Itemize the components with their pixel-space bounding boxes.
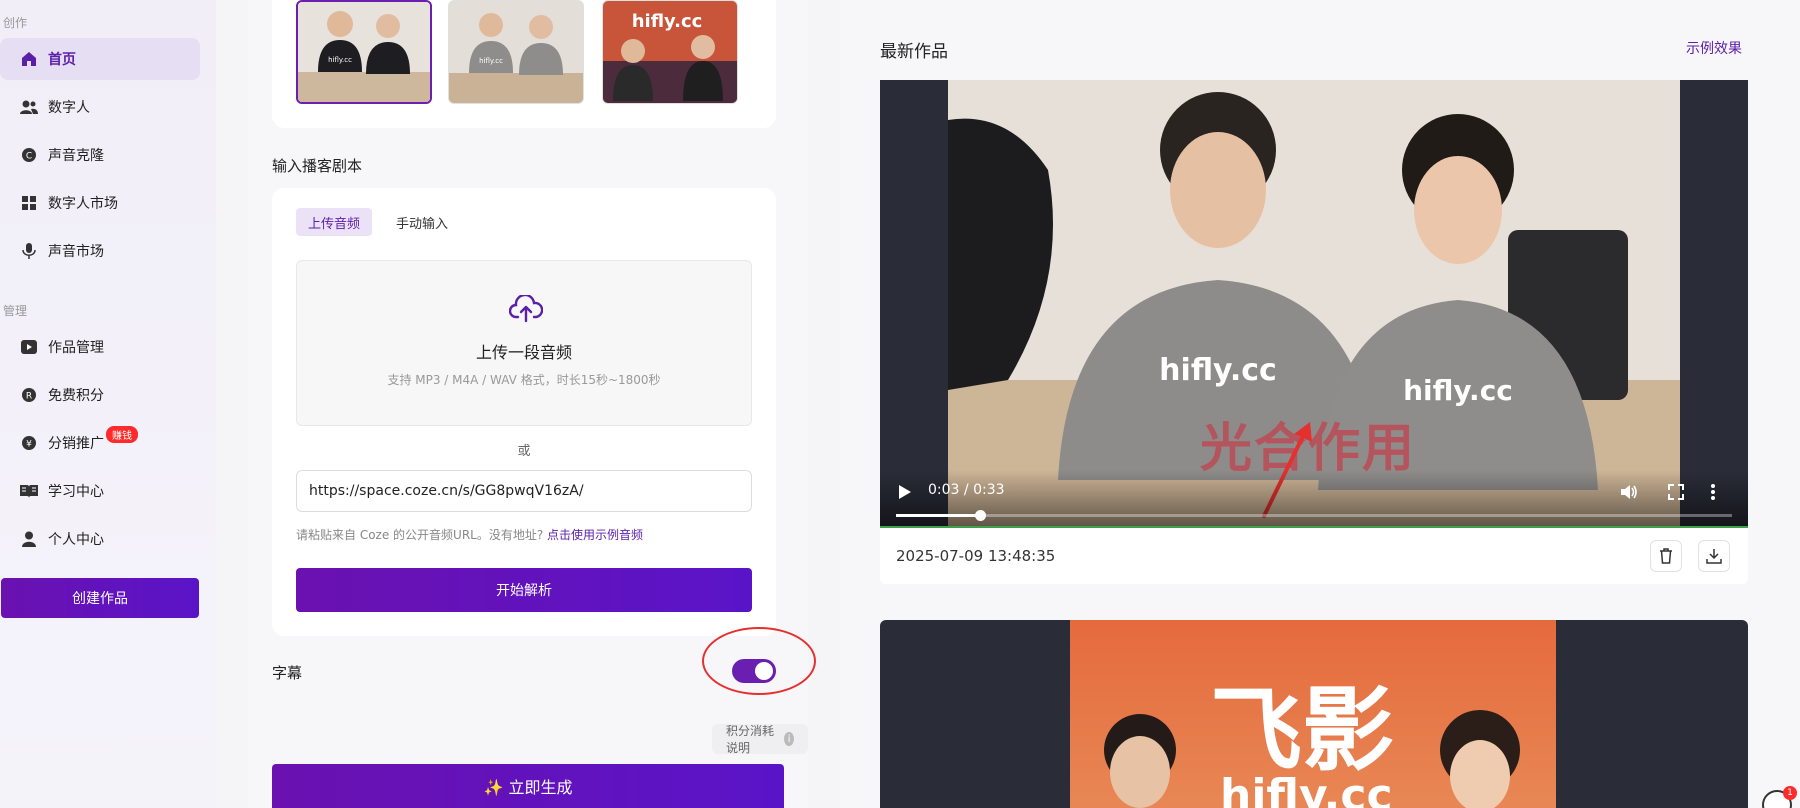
example-effect-link[interactable]: 示例效果 bbox=[1686, 38, 1742, 58]
sidebar-item-works[interactable]: 作品管理 bbox=[0, 326, 200, 368]
svg-text:C: C bbox=[26, 152, 32, 162]
total-time: 0:33 bbox=[973, 482, 1005, 498]
play-icon[interactable] bbox=[898, 484, 912, 500]
create-work-button[interactable]: 创建作品 bbox=[1, 578, 199, 618]
yen-icon: ¥ bbox=[20, 434, 38, 452]
volume-icon[interactable] bbox=[1620, 484, 1638, 500]
registered-icon: R bbox=[20, 386, 38, 404]
users-icon bbox=[20, 98, 38, 116]
more-options-icon[interactable] bbox=[1710, 484, 1716, 500]
sidebar-item-learning[interactable]: 学习中心 bbox=[0, 470, 200, 512]
video-time: 0:03 / 0:33 bbox=[928, 482, 1005, 498]
url-hint-text: 请粘贴来自 Coze 的公开音频URL。没有地址? bbox=[296, 528, 544, 542]
upload-hint: 支持 MP3 / M4A / WAV 格式，时长15秒~1800秒 bbox=[387, 373, 661, 387]
sidebar-item-label: 免费积分 bbox=[48, 388, 104, 404]
audio-url-input[interactable] bbox=[296, 470, 752, 512]
sidebar: 创作 首页 数字人 C 声音克隆 数字人市场 声音市场 管理 作品管理 R 免费… bbox=[0, 0, 216, 808]
points-info-chip[interactable]: 积分消耗说明 i bbox=[712, 724, 808, 755]
shirt-text: hifly.cc bbox=[632, 11, 703, 32]
or-divider: 或 bbox=[517, 444, 531, 459]
avatar-thumbnail-2[interactable]: hifly.cc bbox=[448, 0, 584, 104]
sidebar-item-label: 数字人 bbox=[48, 100, 90, 116]
video-progress-bar[interactable] bbox=[896, 510, 1732, 521]
video-bottom-border bbox=[880, 526, 1748, 528]
tab-upload-audio[interactable]: 上传音频 bbox=[296, 208, 373, 236]
svg-text:¥: ¥ bbox=[26, 440, 32, 450]
shirt-text: hifly.cc bbox=[1403, 374, 1513, 407]
annotation-ellipse bbox=[702, 627, 816, 695]
shirt-text: hifly.cc bbox=[328, 56, 352, 64]
cloud-upload-icon bbox=[508, 293, 544, 327]
sidebar-item-label: 个人中心 bbox=[48, 532, 104, 548]
video-player[interactable]: hifly.cc hifly.cc 光合作用 0:03 / 0:33 bbox=[880, 80, 1748, 528]
work-date: 2025-07-09 13:48:35 bbox=[896, 547, 1056, 565]
shirt-text: hifly.cc bbox=[1159, 353, 1277, 388]
video-frame-2: 飞影 hifly.cc bbox=[1070, 620, 1556, 808]
use-sample-audio-link[interactable]: 点击使用示例音频 bbox=[547, 528, 643, 542]
avatar-thumbnail-list: hifly.cc hifly.cc hifly.cc bbox=[272, 0, 776, 128]
sidebar-item-label: 数字人市场 bbox=[48, 196, 118, 212]
video-controls: 0:03 / 0:33 bbox=[880, 470, 1748, 528]
work-card: hifly.cc hifly.cc 光合作用 0:03 / 0:33 2025-… bbox=[880, 80, 1748, 584]
video-icon bbox=[20, 338, 38, 356]
script-card: 上传音频 手动输入 上传一段音频 支持 MP3 / M4A / WAV 格式，时… bbox=[272, 188, 776, 636]
download-button[interactable] bbox=[1698, 540, 1730, 572]
upload-title: 上传一段音频 bbox=[475, 343, 572, 362]
url-hint: 请粘贴来自 Coze 的公开音频URL。没有地址? 点击使用示例音频 bbox=[296, 526, 643, 543]
svg-text:R: R bbox=[26, 392, 32, 402]
sidebar-item-voice-market[interactable]: 声音市场 bbox=[0, 230, 200, 272]
current-time: 0:03 bbox=[928, 482, 960, 498]
time-separator: / bbox=[963, 482, 969, 498]
fullscreen-icon[interactable] bbox=[1668, 484, 1684, 500]
sidebar-item-label: 声音市场 bbox=[48, 244, 104, 260]
avatar-thumbnail-3[interactable]: hifly.cc bbox=[602, 0, 738, 104]
sidebar-item-voice-clone[interactable]: C 声音克隆 bbox=[0, 134, 200, 176]
home-icon bbox=[20, 50, 38, 68]
subtitle-label: 字幕 bbox=[272, 664, 303, 682]
progress-fill bbox=[896, 514, 980, 517]
microphone-icon bbox=[20, 242, 38, 260]
earn-badge: 赚钱 bbox=[106, 426, 138, 443]
help-badge: 1 bbox=[1783, 786, 1797, 800]
book-icon bbox=[20, 482, 38, 500]
sidebar-item-home[interactable]: 首页 bbox=[0, 38, 200, 80]
sidebar-item-affiliate[interactable]: ¥ 分销推广 赚钱 bbox=[0, 422, 200, 464]
presenters-illustration bbox=[1104, 710, 1520, 808]
section-label-create: 创作 bbox=[3, 16, 28, 30]
points-info-text: 积分消耗说明 bbox=[726, 724, 775, 755]
progress-handle[interactable] bbox=[974, 510, 986, 521]
start-parse-button[interactable]: 开始解析 bbox=[296, 568, 752, 612]
generate-now-button[interactable]: ✨ 立即生成 bbox=[272, 764, 784, 808]
grid-icon bbox=[20, 194, 38, 212]
download-icon bbox=[1706, 549, 1722, 564]
work-card-2[interactable]: 飞影 hifly.cc bbox=[880, 620, 1748, 808]
shirt-text: hifly.cc bbox=[479, 57, 503, 65]
sidebar-item-label: 声音克隆 bbox=[48, 148, 104, 164]
section-label-manage: 管理 bbox=[3, 304, 28, 318]
sidebar-item-label: 作品管理 bbox=[48, 340, 104, 356]
latest-works-title: 最新作品 bbox=[880, 42, 948, 62]
info-icon: i bbox=[784, 732, 794, 746]
sidebar-item-label: 分销推广 bbox=[48, 436, 104, 452]
copyright-icon: C bbox=[20, 146, 38, 164]
sidebar-item-digital-market[interactable]: 数字人市场 bbox=[0, 182, 200, 224]
avatar-thumbnail-1[interactable]: hifly.cc bbox=[296, 0, 432, 104]
trash-icon bbox=[1660, 548, 1672, 564]
sidebar-item-label: 首页 bbox=[48, 52, 76, 68]
script-section-title: 输入播客剧本 bbox=[272, 157, 363, 175]
sidebar-item-free-points[interactable]: R 免费积分 bbox=[0, 374, 200, 416]
user-icon bbox=[20, 530, 38, 548]
delete-button[interactable] bbox=[1650, 540, 1682, 572]
works-panel: 最新作品 示例效果 hifly.cc hifly.cc 光合作用 0:03 / … bbox=[840, 0, 1800, 808]
audio-upload-dropzone[interactable]: 上传一段音频 支持 MP3 / M4A / WAV 格式，时长15秒~1800秒 bbox=[296, 260, 752, 426]
tab-manual-input[interactable]: 手动输入 bbox=[384, 208, 460, 236]
sidebar-item-digital-human[interactable]: 数字人 bbox=[0, 86, 200, 128]
sidebar-item-label: 学习中心 bbox=[48, 484, 104, 500]
sidebar-item-profile[interactable]: 个人中心 bbox=[0, 518, 200, 560]
